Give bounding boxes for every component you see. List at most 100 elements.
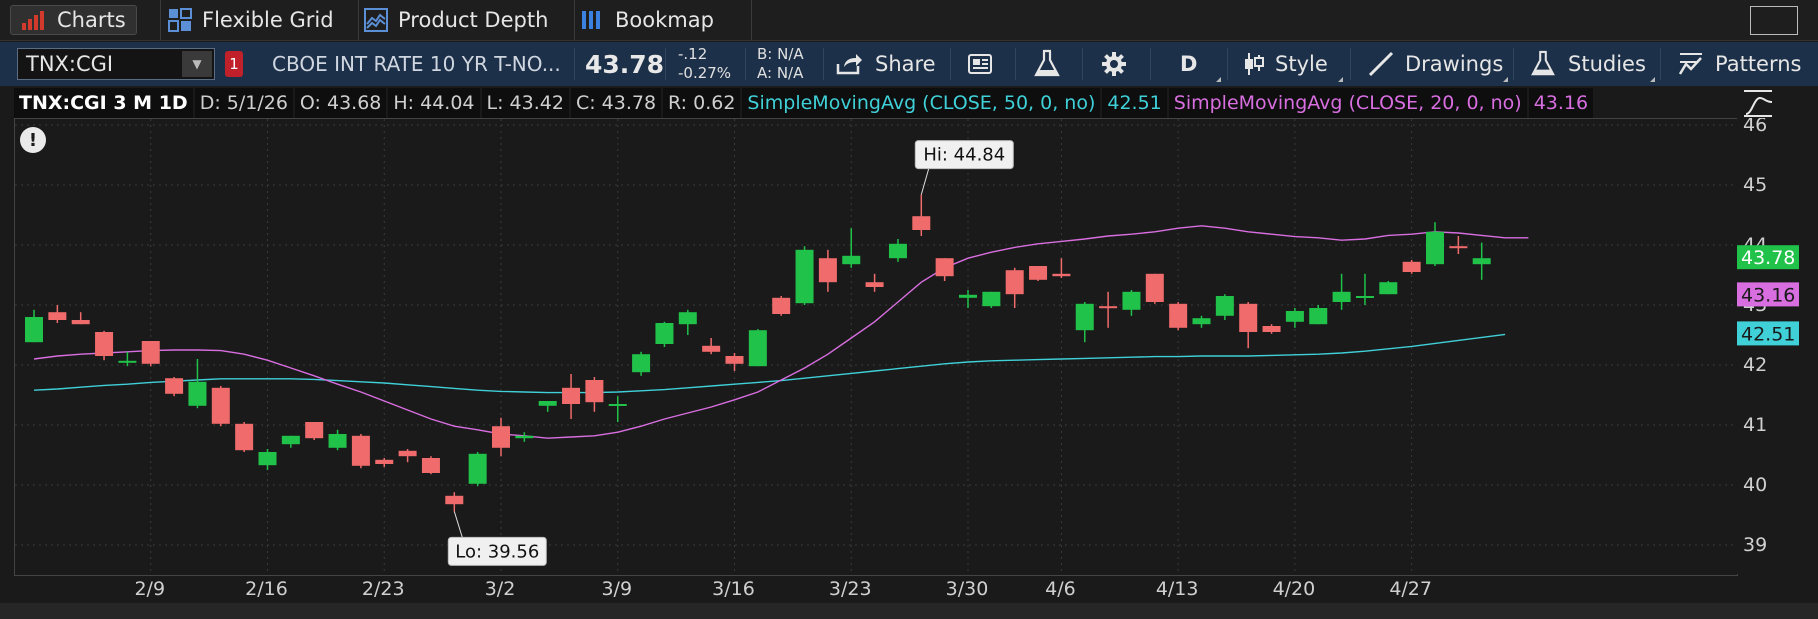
candle	[492, 417, 510, 457]
candle-body	[1332, 291, 1351, 302]
gear-icon	[1100, 50, 1128, 78]
tab-charts[interactable]: Charts	[10, 0, 161, 40]
sma50-value: 42.51	[1102, 88, 1167, 118]
candle-body	[538, 401, 557, 406]
candle	[421, 456, 440, 475]
annotation-leader	[453, 511, 463, 538]
candle-body	[328, 434, 347, 448]
candle	[1402, 260, 1421, 274]
studies-button[interactable]: Studies	[1530, 42, 1655, 86]
tab-flexible-grid[interactable]: Flexible Grid	[160, 0, 359, 40]
candle	[772, 296, 791, 316]
settings-button[interactable]	[1100, 42, 1128, 86]
tab-label: Flexible Grid	[202, 8, 334, 32]
candle-body	[1426, 231, 1444, 265]
candle	[235, 422, 254, 452]
price-chart[interactable]: Hi: 44.84 Lo: 39.56	[14, 118, 1738, 576]
volume-strip	[0, 603, 1818, 619]
period-button[interactable]: D	[1180, 42, 1221, 86]
candle-body	[888, 243, 907, 259]
candle-body	[795, 249, 814, 304]
candle	[818, 249, 837, 292]
candle	[935, 258, 954, 281]
candle-body	[305, 422, 324, 439]
sma20-value: 43.16	[1528, 88, 1594, 118]
chevron-down-icon[interactable]: ▼	[182, 51, 212, 77]
candle-body	[912, 216, 931, 230]
tab-bookmap[interactable]: Bookmap	[563, 0, 752, 40]
candle	[1309, 305, 1328, 325]
flask-icon	[1033, 49, 1061, 79]
tab-product-depth[interactable]: Product Depth	[350, 0, 575, 40]
flask-button[interactable]	[1033, 42, 1061, 86]
candle	[982, 291, 1001, 308]
share-label: Share	[875, 52, 936, 76]
price-tag-label: 43.78	[1741, 247, 1795, 269]
candle-body	[655, 323, 674, 344]
patterns-button[interactable]: Patterns	[1677, 42, 1802, 86]
share-button[interactable]: Share	[835, 42, 936, 86]
candle-body	[1215, 296, 1234, 316]
sma50-line	[33, 333, 1506, 394]
x-tick-label: 3/30	[946, 578, 989, 600]
low-annotation-label: Lo: 39.56	[455, 541, 539, 562]
candle-body	[678, 312, 697, 325]
drawings-button[interactable]: Drawings	[1367, 42, 1508, 86]
tab-label: Bookmap	[615, 8, 714, 32]
candle	[912, 194, 931, 236]
candle	[538, 401, 557, 412]
candle	[95, 330, 114, 361]
candle	[1332, 273, 1351, 310]
candle-body	[1472, 258, 1491, 265]
candle	[71, 312, 90, 325]
candle	[375, 458, 394, 467]
candle-body	[118, 360, 137, 363]
sma20-label[interactable]: SimpleMovingAvg (CLOSE, 20, 0, no)	[1168, 88, 1527, 118]
candle-body	[1355, 296, 1374, 298]
candle-body	[1029, 266, 1048, 280]
candle-body	[1262, 326, 1281, 332]
candle-body	[1402, 261, 1421, 272]
x-tick-label: 3/16	[712, 578, 755, 600]
candle-body	[702, 345, 721, 352]
candle-body	[959, 294, 977, 298]
time-axis[interactable]: 2/9 2/16 2/23 3/2 3/9 3/16 3/23 3/30 4/6 4/13 4/20…	[14, 575, 1736, 602]
share-icon	[835, 52, 863, 76]
candle-body	[515, 435, 534, 439]
candle-body	[818, 258, 837, 283]
candle-body	[632, 354, 651, 373]
window-restore-button[interactable]	[1750, 6, 1798, 35]
price-axis[interactable]: 394041424344454643.7843.1642.51	[1737, 114, 1818, 574]
candle-body	[562, 387, 581, 404]
bar-open: O: 43.68	[294, 88, 387, 118]
candle-body	[1309, 308, 1328, 325]
link-group-badge[interactable]: 1	[225, 51, 243, 77]
alert-icon[interactable]: !	[20, 127, 46, 153]
news-button[interactable]	[966, 42, 996, 86]
candle	[678, 309, 697, 335]
candle-body	[468, 453, 487, 484]
chart-toolbar: TNX:CGI ▼ 1 CBOE INT RATE 10 YR T-NO... …	[0, 42, 1818, 86]
candle	[1145, 273, 1164, 304]
change-percent: -0.27%	[678, 64, 732, 82]
candle	[165, 377, 184, 397]
study-lines-icon[interactable]	[1742, 88, 1774, 118]
candle	[1472, 242, 1491, 280]
style-button[interactable]: Style	[1243, 42, 1343, 86]
candle	[1122, 290, 1141, 316]
candle-body	[421, 458, 440, 473]
patterns-label: Patterns	[1715, 52, 1802, 76]
candle	[305, 422, 324, 440]
symbol-input[interactable]: TNX:CGI ▼	[17, 48, 215, 80]
x-tick-label: 3/23	[829, 578, 872, 600]
y-tick-label: 42	[1743, 354, 1767, 376]
price-plot[interactable]: Hi: 44.84 Lo: 39.56	[15, 119, 1737, 575]
candle	[1262, 324, 1281, 334]
pencil-line-icon	[1367, 50, 1395, 78]
flask-icon	[1530, 49, 1556, 79]
sma50-label[interactable]: SimpleMovingAvg (CLOSE, 50, 0, no)	[742, 88, 1101, 118]
chart-info-bar: TNX:CGI 3 M 1D D: 5/1/26 O: 43.68 H: 44.…	[14, 88, 1595, 118]
candle	[1192, 315, 1211, 328]
drawings-label: Drawings	[1405, 52, 1504, 76]
candle-body	[982, 291, 1001, 307]
